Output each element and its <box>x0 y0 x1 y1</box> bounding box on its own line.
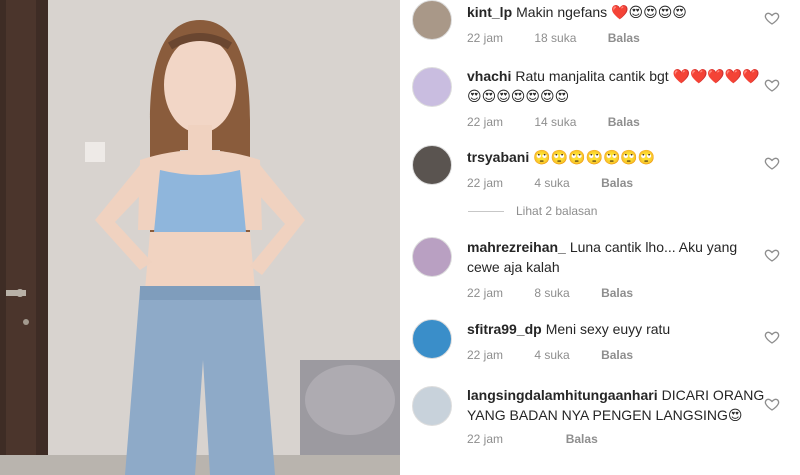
comment-text: 🙄🙄🙄🙄🙄🙄🙄 <box>533 149 656 165</box>
view-replies-label: Lihat 2 balasan <box>516 204 598 218</box>
comment-meta: 22 jam 18 suka Balas <box>467 28 767 48</box>
comment-time[interactable]: 22 jam <box>467 112 503 132</box>
comment-text: Meni sexy euyy ratu <box>545 321 671 337</box>
reply-button[interactable]: Balas <box>566 429 598 449</box>
comments-panel: kint_lp Makin ngefans ❤️😍😍😍😍 22 jam 18 su… <box>400 0 800 475</box>
comment-likes[interactable]: 18 suka <box>534 28 576 48</box>
woman-photo-image <box>0 0 400 475</box>
comment-time[interactable]: 22 jam <box>467 429 503 449</box>
comment-body: langsingdalamhitungaanhari DICARI ORANG Y… <box>467 385 767 449</box>
comment-username[interactable]: langsingdalamhitungaanhari <box>467 387 658 403</box>
heart-icon[interactable] <box>764 155 780 171</box>
comment-meta: 22 jam 4 suka Balas <box>467 173 767 193</box>
reply-button[interactable]: Balas <box>601 345 633 365</box>
comment-username[interactable]: mahrezreihan_ <box>467 239 566 255</box>
comment-body: kint_lp Makin ngefans ❤️😍😍😍😍 22 jam 18 su… <box>467 2 767 48</box>
comment-meta: 22 jam Balas <box>467 429 767 449</box>
person-avatar-icon[interactable] <box>412 145 452 185</box>
comment-text: Makin ngefans ❤️😍😍😍😍 <box>516 4 687 20</box>
person-avatar-icon[interactable] <box>412 386 452 426</box>
comment-username[interactable]: vhachi <box>467 68 511 84</box>
heart-icon[interactable] <box>764 247 780 263</box>
reply-button[interactable]: Balas <box>601 173 633 193</box>
comment-meta: 22 jam 8 suka Balas <box>467 283 767 303</box>
comment-username[interactable]: trsyabani <box>467 149 529 165</box>
comment-likes[interactable]: 14 suka <box>534 112 576 132</box>
comment-body: vhachi Ratu manjalita cantik bgt ❤️❤️❤️❤️… <box>467 66 767 132</box>
comment-likes[interactable]: 4 suka <box>534 173 569 193</box>
reply-button[interactable]: Balas <box>601 283 633 303</box>
view-replies-button[interactable]: Lihat 2 balasan <box>468 204 597 218</box>
divider-line <box>468 210 504 212</box>
comment-username[interactable]: kint_lp <box>467 4 512 20</box>
comment-meta: 22 jam 4 suka Balas <box>467 345 767 365</box>
comment-time[interactable]: 22 jam <box>467 283 503 303</box>
comment-likes[interactable]: 8 suka <box>534 283 569 303</box>
comment-time[interactable]: 22 jam <box>467 345 503 365</box>
grid-avatar-icon[interactable] <box>412 67 452 107</box>
heart-icon[interactable] <box>764 329 780 345</box>
comment-time[interactable]: 22 jam <box>467 28 503 48</box>
comment-meta: 22 jam 14 suka Balas <box>467 112 767 132</box>
heart-icon[interactable] <box>764 396 780 412</box>
reply-button[interactable]: Balas <box>608 28 640 48</box>
comment-time[interactable]: 22 jam <box>467 173 503 193</box>
comment-body: mahrezreihan_ Luna cantik lho... Aku yang… <box>467 237 767 303</box>
person-avatar-icon[interactable] <box>412 237 452 277</box>
person-avatar-icon[interactable] <box>412 0 452 40</box>
comment-body: trsyabani 🙄🙄🙄🙄🙄🙄🙄 22 jam 4 suka Balas <box>467 147 767 193</box>
post-photo <box>0 0 400 475</box>
comment-body: sfitra99_dp Meni sexy euyy ratu 22 jam 4 … <box>467 319 767 365</box>
comment-likes[interactable]: 4 suka <box>534 345 569 365</box>
heart-icon[interactable] <box>764 10 780 26</box>
reply-button[interactable]: Balas <box>608 112 640 132</box>
person-avatar-icon[interactable] <box>412 319 452 359</box>
comment-username[interactable]: sfitra99_dp <box>467 321 542 337</box>
heart-icon[interactable] <box>764 77 780 93</box>
